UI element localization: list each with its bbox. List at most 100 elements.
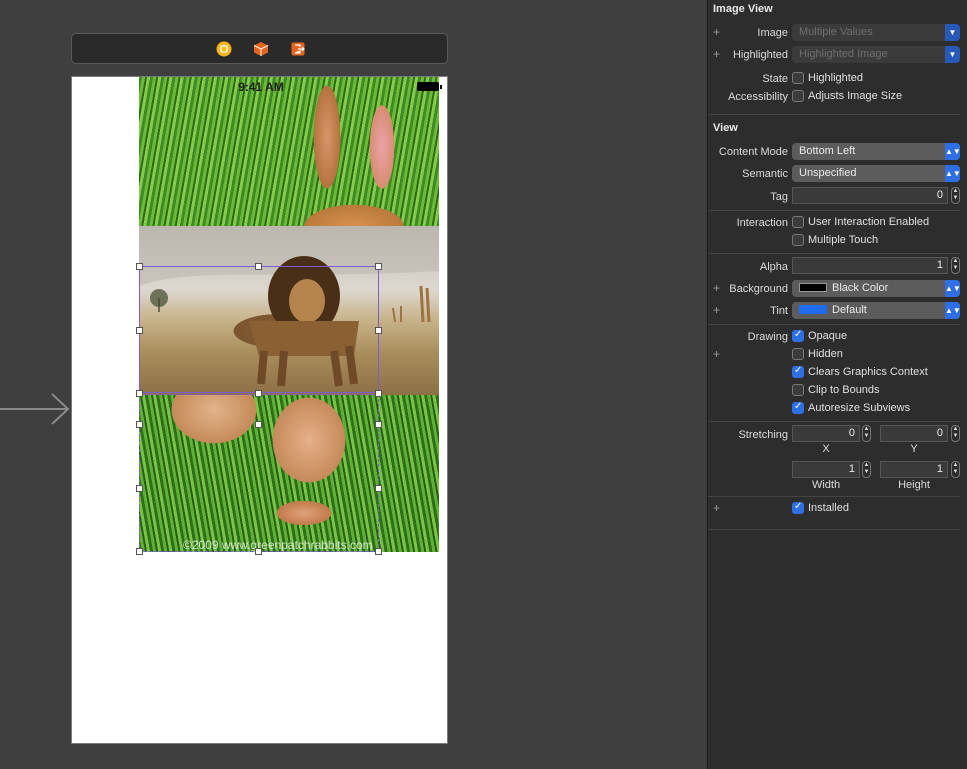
semantic-popup[interactable]: Unspecified ▲▼: [792, 165, 961, 182]
hidden-label: Hidden: [808, 348, 843, 360]
tint-label: Tint: [770, 305, 788, 317]
accessibility-label: Accessibility: [728, 91, 788, 103]
image-view-section-title: Image View: [713, 3, 773, 15]
rabbit-ears-image[interactable]: [139, 77, 439, 226]
storyboard-canvas[interactable]: 9:41 AM ©2009 www.greenpatchrabbits.com: [0, 0, 707, 769]
adjusts-image-size-checkbox[interactable]: [792, 90, 804, 102]
background-color-popup[interactable]: Black Color ▲▼: [792, 280, 961, 297]
chevron-down-icon[interactable]: ▼: [945, 24, 960, 41]
resize-handle[interactable]: [255, 421, 262, 428]
tint-color-popup[interactable]: Default ▲▼: [792, 302, 961, 319]
initial-view-controller-arrow: [0, 393, 70, 425]
stretch-width-stepper[interactable]: ▲ ▼: [862, 461, 871, 478]
content-mode-label: Content Mode: [718, 146, 788, 158]
chevron-updown-icon[interactable]: ▲▼: [945, 302, 961, 319]
resize-handle[interactable]: [136, 263, 143, 270]
adjusts-image-size-label: Adjusts Image Size: [808, 90, 903, 102]
autoresize-subviews-label: Autoresize Subviews: [808, 402, 911, 414]
resize-handle[interactable]: [136, 421, 143, 428]
clears-graphics-checkbox[interactable]: [792, 365, 804, 378]
add-variation-button[interactable]: +: [713, 501, 720, 515]
first-responder-icon[interactable]: [253, 41, 269, 57]
content-mode-popup[interactable]: Bottom Left ▲▼: [792, 143, 961, 160]
chevron-updown-icon[interactable]: ▲▼: [945, 143, 961, 160]
stretch-y-field[interactable]: 0: [880, 425, 948, 442]
drawing-label: Drawing: [747, 331, 788, 343]
highlighted-checkbox[interactable]: [792, 72, 804, 84]
tag-label: Tag: [770, 191, 788, 203]
resize-handle[interactable]: [375, 263, 382, 270]
alpha-stepper[interactable]: ▲ ▼: [951, 257, 960, 274]
stretch-x-caption: X: [822, 443, 830, 455]
view-section-title: View: [713, 122, 738, 134]
highlighted-combo-placeholder: Highlighted Image: [799, 48, 888, 60]
installed-checkbox[interactable]: [792, 501, 804, 514]
resize-handle[interactable]: [375, 421, 382, 428]
stretch-width-caption: Width: [811, 479, 841, 491]
stretch-x-stepper[interactable]: ▲ ▼: [862, 425, 871, 442]
background-color-swatch: [799, 283, 827, 292]
view-controller-icon[interactable]: [216, 41, 232, 57]
stretching-label: Stretching: [738, 429, 788, 441]
tag-field[interactable]: 0: [792, 187, 948, 204]
opaque-checkbox[interactable]: [792, 329, 804, 342]
alpha-field[interactable]: 1: [792, 257, 948, 274]
resize-handle[interactable]: [255, 390, 262, 397]
clip-to-bounds-label: Clip to Bounds: [808, 384, 880, 396]
selected-image-view-outline[interactable]: [139, 266, 379, 393]
clip-to-bounds-checkbox[interactable]: [792, 384, 804, 396]
image-combo-placeholder: Multiple Values: [799, 26, 873, 38]
resize-handle[interactable]: [375, 390, 382, 397]
resize-handle[interactable]: [136, 485, 143, 492]
resize-handle[interactable]: [375, 548, 382, 555]
hidden-checkbox[interactable]: [792, 348, 804, 360]
semantic-label: Semantic: [742, 168, 788, 180]
user-interaction-checkbox[interactable]: [792, 216, 804, 228]
image-combo-box[interactable]: Multiple Values ▼: [792, 24, 960, 41]
opaque-label: Opaque: [808, 330, 848, 342]
multiple-touch-checkbox[interactable]: [792, 234, 804, 246]
resize-handle[interactable]: [136, 548, 143, 555]
state-label: State: [762, 73, 788, 85]
stretch-height-field[interactable]: 1: [880, 461, 948, 478]
stretch-y-stepper[interactable]: ▲ ▼: [951, 425, 960, 442]
stretch-x-field[interactable]: 0: [792, 425, 860, 442]
secondary-selection-outline[interactable]: [139, 394, 379, 552]
autoresize-subviews-checkbox[interactable]: [792, 401, 804, 414]
stretch-height-caption: Height: [898, 479, 930, 491]
multiple-touch-label: Multiple Touch: [808, 234, 879, 246]
section-divider: [708, 496, 960, 497]
semantic-value: Unspecified: [799, 167, 857, 179]
chevron-updown-icon[interactable]: ▲▼: [945, 165, 961, 182]
installed-label: Installed: [808, 502, 849, 514]
highlighted-label: Highlighted: [732, 49, 788, 61]
tag-stepper[interactable]: ▲ ▼: [951, 187, 960, 204]
stretch-y-caption: Y: [910, 443, 918, 455]
resize-handle[interactable]: [375, 485, 382, 492]
resize-handle[interactable]: [375, 327, 382, 334]
battery-icon: [417, 82, 442, 91]
section-divider: [708, 114, 960, 115]
resize-handle[interactable]: [136, 390, 143, 397]
image-label: Image: [757, 27, 788, 39]
section-divider: [708, 529, 960, 530]
stretch-width-field[interactable]: 1: [792, 461, 860, 478]
section-divider: [708, 253, 960, 254]
highlighted-image-combo-box[interactable]: Highlighted Image ▼: [792, 46, 960, 63]
content-mode-value: Bottom Left: [799, 145, 856, 157]
background-color-value: Black Color: [832, 282, 889, 294]
resize-handle[interactable]: [255, 263, 262, 270]
add-variation-button[interactable]: +: [713, 347, 720, 361]
section-divider: [708, 210, 960, 211]
section-divider: [708, 421, 960, 422]
chevron-down-icon[interactable]: ▼: [945, 46, 960, 63]
section-divider: [708, 324, 960, 325]
scene-dock: [71, 33, 448, 64]
exit-icon[interactable]: [290, 41, 306, 57]
resize-handle[interactable]: [255, 548, 262, 555]
chevron-updown-icon[interactable]: ▲▼: [945, 280, 961, 297]
user-interaction-label: User Interaction Enabled: [808, 216, 930, 228]
resize-handle[interactable]: [136, 327, 143, 334]
device-frame[interactable]: 9:41 AM ©2009 www.greenpatchrabbits.com: [71, 76, 448, 744]
stretch-height-stepper[interactable]: ▲ ▼: [951, 461, 960, 478]
